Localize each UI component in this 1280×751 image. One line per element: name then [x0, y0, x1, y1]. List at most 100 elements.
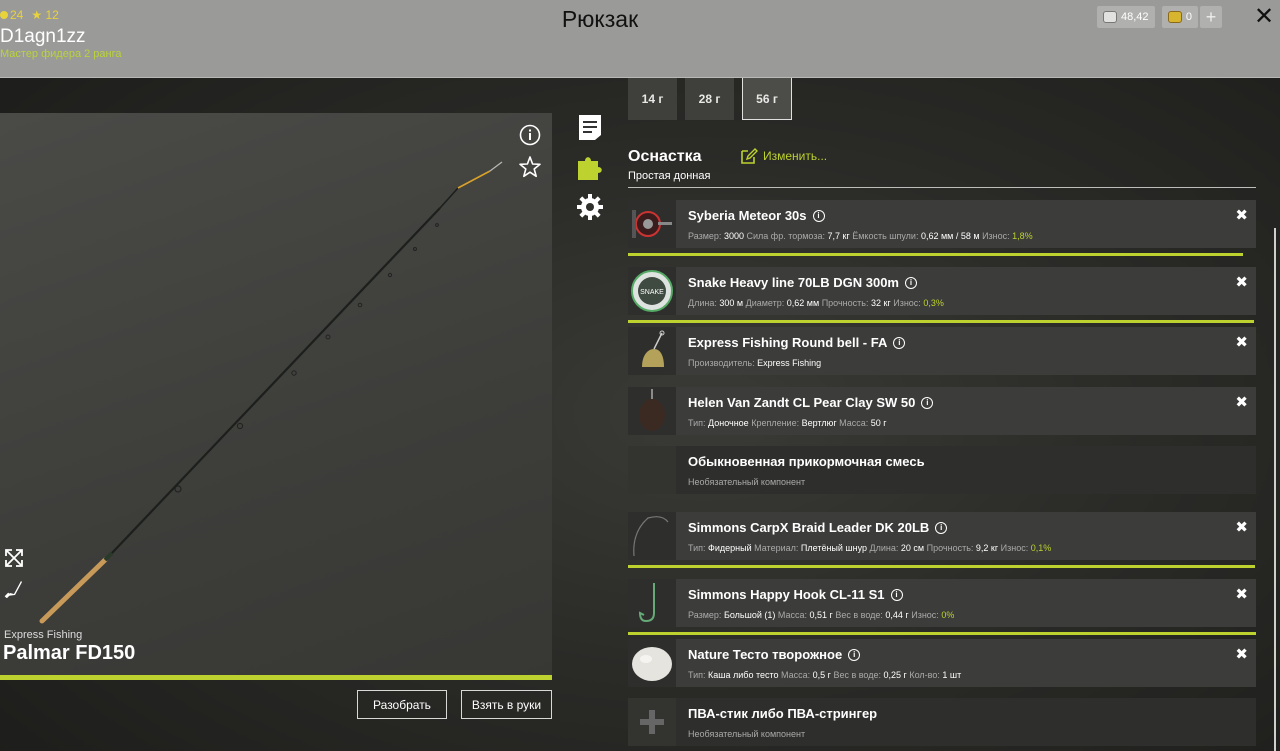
tackle-item[interactable]: Helen Van Zandt CL Pear Clay SW 50 i Тип: …	[628, 387, 1256, 435]
weight-tab-28[interactable]: 28 г	[685, 78, 734, 120]
item-name-text: ПВА-стик либо ПВА-стрингер	[688, 706, 878, 721]
stat-value: 9,2 кг	[975, 543, 999, 553]
item-name-text: Simmons Happy Hook CL-11 S1	[688, 587, 885, 602]
edit-tackle-button[interactable]: Изменить...	[740, 148, 827, 164]
tackle-item[interactable]: Syberia Meteor 30s i Размер: 3000 Сила фр.…	[628, 200, 1256, 248]
stat-label: Ёмкость шпули:	[852, 231, 919, 241]
item-name-text: Simmons CarpX Braid Leader DK 20LB	[688, 520, 930, 535]
item-name-text: Nature Тесто творожное	[688, 647, 843, 662]
stat-value: 32 кг	[870, 298, 891, 308]
stat-value: 0,25 г	[883, 670, 907, 680]
tackle-type: Простая донная	[628, 170, 711, 182]
weight-tab-56[interactable]: 56 г	[742, 78, 792, 120]
item-stats: Тип: Фидерный Материал: Плетёный шнур Дл…	[688, 543, 1051, 553]
tackle-item[interactable]: ПВА-стик либо ПВА-стрингер Необязательный…	[628, 698, 1256, 746]
item-durability-bar	[628, 565, 1255, 568]
stat-label: Тип:	[688, 543, 706, 553]
remove-item-close-icon[interactable]: ✖	[1235, 585, 1248, 603]
take-in-hands-button[interactable]: Взять в руки	[461, 690, 552, 719]
stat-label: Размер:	[688, 610, 722, 620]
tackle-item[interactable]: Nature Тесто творожное i Тип: Каша либо те…	[628, 639, 1256, 687]
disassemble-button[interactable]: Разобрать	[357, 690, 447, 719]
item-info-icon[interactable]: i	[921, 396, 934, 409]
rod-name: Palmar FD150	[3, 642, 136, 664]
player-rank: Мастер фидера 2 ранга	[0, 48, 122, 60]
item-info-icon[interactable]: i	[812, 209, 825, 222]
item-name: Syberia Meteor 30s i	[688, 208, 825, 223]
tackle-item[interactable]: Simmons CarpX Braid Leader DK 20LB i Тип: …	[628, 512, 1256, 560]
reel-icon	[628, 200, 676, 248]
stat-label: Масса:	[839, 418, 869, 428]
stat-label: Длина:	[869, 543, 899, 553]
stat-label: Кол-во:	[909, 670, 940, 680]
hook-icon	[628, 579, 676, 627]
stat-value: 1,8%	[1012, 231, 1033, 241]
stat-value: 7,7 кг	[827, 231, 850, 241]
item-name-text: Express Fishing Round bell - FA	[688, 335, 888, 350]
item-info-icon[interactable]: i	[893, 336, 906, 349]
item-name: Snake Heavy line 70LB DGN 300m i	[688, 275, 917, 290]
item-stats: Необязательный компонент	[688, 729, 805, 739]
item-name: Simmons CarpX Braid Leader DK 20LB i	[688, 520, 948, 535]
item-durability-bar	[628, 320, 1254, 323]
stat-value: 0,51 г	[809, 610, 833, 620]
item-name: Nature Тесто творожное i	[688, 647, 861, 662]
stat-value: 0,5 г	[812, 670, 831, 680]
remove-item-close-icon[interactable]: ✖	[1235, 645, 1248, 663]
tackle-item[interactable]: Simmons Happy Hook CL-11 S1 i Размер: Боль…	[628, 579, 1256, 627]
item-stats: Тип: Доночное Крепление: Вертлюг Масса: …	[688, 418, 887, 428]
stat-label: Масса:	[777, 610, 807, 620]
leader-icon	[628, 512, 676, 560]
stat-label: Длина:	[688, 298, 717, 308]
item-durability-bar	[628, 253, 1243, 256]
item-info-icon[interactable]: i	[905, 276, 917, 289]
favorite-star-icon[interactable]	[518, 155, 542, 179]
stat-label: Крепление:	[751, 418, 800, 428]
item-info-icon[interactable]: i	[935, 521, 948, 534]
sinker-icon	[628, 387, 676, 435]
stat-label: Тип:	[688, 670, 706, 680]
dough-bait-icon	[628, 639, 676, 687]
stat-label: Диаметр:	[745, 298, 785, 308]
rod-image	[39, 161, 503, 624]
svg-text:SNAKE: SNAKE	[640, 289, 664, 296]
stat-label: Вес в воде:	[833, 670, 881, 680]
item-info-icon[interactable]: i	[848, 648, 861, 661]
stat-value: Express Fishing	[757, 358, 822, 368]
item-stats: Длина: 300 м Диаметр: 0,62 мм Прочность:…	[688, 298, 944, 308]
tackle-puzzle-tab-icon[interactable]	[576, 153, 604, 181]
item-stats: Тип: Каша либо тесто Масса: 0,5 г Вес в …	[688, 670, 961, 680]
item-name-text: Helen Van Zandt CL Pear Clay SW 50	[688, 395, 916, 410]
stat-label: Материал:	[754, 543, 799, 553]
paint-brush-icon[interactable]	[4, 578, 24, 598]
stat-value: 0,62 мм	[786, 298, 820, 308]
settings-gear-icon[interactable]	[576, 193, 604, 221]
item-name: ПВА-стик либо ПВА-стрингер	[688, 706, 877, 721]
stat-label: Необязательный компонент	[688, 477, 806, 487]
weight-tab-14[interactable]: 14 г	[628, 78, 677, 120]
item-name-text: Syberia Meteor 30s	[688, 208, 807, 223]
close-button[interactable]: ✕	[1254, 4, 1274, 30]
tackle-item[interactable]: SNAKE Snake Heavy line 70LB DGN 300m i Длин…	[628, 267, 1256, 315]
remove-item-close-icon[interactable]: ✖	[1235, 206, 1248, 224]
stat-value: 300 м	[719, 298, 744, 308]
gold-balance: 0	[1162, 6, 1198, 28]
item-info-icon[interactable]: i	[890, 588, 903, 601]
remove-item-close-icon[interactable]: ✖	[1235, 333, 1248, 351]
stat-value: Плетёный шнур	[800, 543, 868, 553]
stat-label: Износ:	[893, 298, 921, 308]
stat-value: 1 шт	[942, 670, 962, 680]
item-name: Simmons Happy Hook CL-11 S1 i	[688, 587, 903, 602]
remove-item-close-icon[interactable]: ✖	[1235, 273, 1248, 291]
remove-item-close-icon[interactable]: ✖	[1235, 393, 1248, 411]
expand-icon[interactable]	[4, 548, 24, 568]
stat-value: 20 см	[900, 543, 925, 553]
add-gold-button[interactable]: +	[1200, 6, 1222, 28]
remove-item-close-icon[interactable]: ✖	[1235, 518, 1248, 536]
info-icon[interactable]	[519, 124, 541, 146]
scrollbar[interactable]	[1274, 228, 1276, 751]
item-stats: Необязательный компонент	[688, 477, 805, 487]
tackle-item[interactable]: Обыкновенная прикормочная смесь Необязате…	[628, 446, 1256, 494]
description-tab-icon[interactable]	[576, 113, 604, 141]
tackle-item[interactable]: Express Fishing Round bell - FA i Производ…	[628, 327, 1256, 375]
